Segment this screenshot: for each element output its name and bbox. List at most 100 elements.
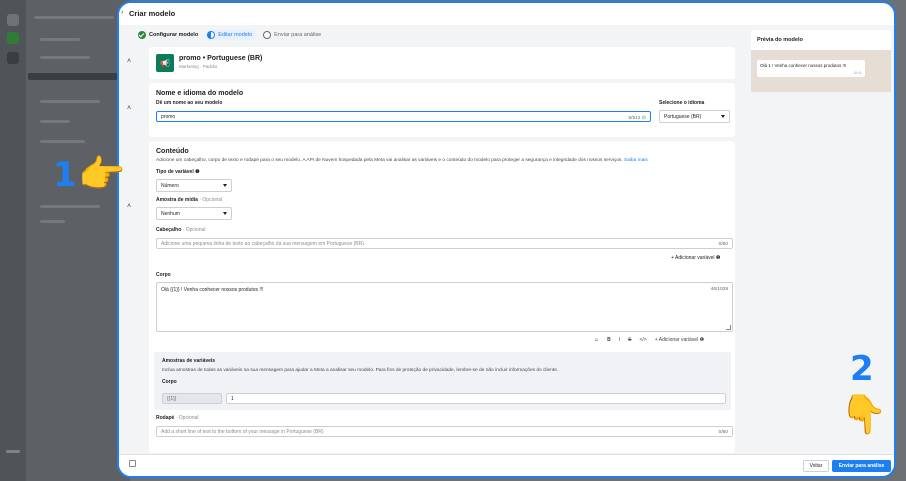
media-sample-label: Amostra de mídia · Opcional	[156, 197, 222, 203]
message-text: Olá 1 ! Venha conhecer nossos produtos !…	[760, 63, 847, 68]
samples-description: Inclua amostras de todas as variáveis na…	[162, 368, 559, 373]
template-preview: Prévia do modelo Olá 1 ! Venha conhecer …	[751, 30, 891, 92]
label-text: Cabeçalho	[156, 227, 182, 233]
info-icon: ❶	[195, 169, 200, 175]
placeholder-text: Add a short line of text to the bottom o…	[161, 428, 324, 435]
caret-down-icon	[223, 184, 227, 187]
footer-label: Rodapé · Opcional	[156, 415, 199, 421]
counter-text: 5/512	[628, 115, 641, 121]
step-submit[interactable]: Enviar para análise	[263, 31, 321, 39]
learn-more-link[interactable]: Saiba mais	[624, 158, 648, 163]
section-title: Conteúdo	[156, 148, 189, 155]
check-icon: ⊙	[641, 114, 646, 121]
template-category: Marketing · Padrão	[179, 64, 218, 69]
select-value: Nenhum	[161, 210, 180, 217]
collapse-chevron-icon[interactable]: ˄	[127, 105, 131, 112]
select-value: Número	[161, 182, 179, 189]
page-title: Criar modelo	[129, 9, 176, 18]
step-label: Configurar modelo	[149, 32, 199, 38]
label-text: Amostra de mídia	[156, 197, 198, 203]
megaphone-icon: 📢	[156, 54, 174, 72]
header-input[interactable]: Adicione uma pequena linha de texto ao c…	[156, 238, 733, 249]
info-icon: ❶	[715, 255, 721, 261]
body-text: Olá {{1}} ! Venha conhecer nossos produt…	[161, 287, 264, 293]
step-number-two: 2	[850, 349, 874, 389]
chat-background: Olá 1 ! Venha conhecer nossos produtos !…	[751, 50, 891, 92]
body-textarea[interactable]: Olá {{1}} ! Venha conhecer nossos produt…	[156, 282, 733, 332]
create-template-modal: › Criar modelo Configurar modelo Editar …	[117, 1, 896, 478]
char-counter: 0/60	[718, 241, 728, 247]
optional-tag: · Opcional	[175, 415, 199, 421]
emoji-icon[interactable]: ☺	[594, 337, 599, 343]
italic-icon[interactable]: I	[619, 337, 620, 343]
label-text: Tipo de variável	[156, 169, 194, 175]
header-label: Cabeçalho · Opcional	[156, 227, 205, 233]
empty-circle-icon	[263, 31, 272, 39]
placeholder-text: Adicione uma pequena linha de texto ao c…	[161, 240, 364, 247]
variable-sample-input[interactable]: 1	[226, 393, 726, 404]
background-rail	[0, 0, 26, 481]
check-circle-icon	[138, 31, 146, 39]
step-edit[interactable]: Editar modelo	[205, 30, 257, 40]
caret-down-icon	[721, 115, 725, 118]
media-sample-select[interactable]: Nenhum	[156, 207, 232, 220]
char-counter: 46/1028	[710, 287, 728, 292]
template-name-input[interactable]: promo 5/512 ⊙	[156, 111, 651, 122]
variable-tag: {{1}}	[162, 393, 222, 404]
template-name: promo • Portuguese (BR)	[179, 55, 263, 62]
variable-type-label: Tipo de variável ❶	[156, 169, 200, 175]
content-section: Conteúdo Adicione um cabeçalho, corpo de…	[149, 141, 735, 453]
back-button[interactable]: Voltar	[803, 460, 829, 472]
strikethrough-icon[interactable]: S	[628, 337, 631, 343]
modal-header: › Criar modelo	[119, 3, 894, 25]
content-description: Adicione um cabeçalho, corpo de texto e …	[156, 158, 731, 163]
half-circle-icon	[207, 31, 216, 39]
variable-samples-box: Amostras de variáveis Inclua amostras de…	[154, 352, 731, 410]
description-text: Adicione um cabeçalho, corpo de texto e …	[156, 158, 623, 163]
format-toolbar: ☺ B I S </> + Adicionar variável ❶	[594, 337, 704, 343]
language-label: Selecione o idioma	[659, 100, 705, 106]
input-value: 1	[231, 395, 234, 402]
bold-icon[interactable]: B	[607, 337, 611, 343]
message-bubble: Olá 1 ! Venha conhecer nossos produtos !…	[757, 60, 865, 77]
button-label: + Adicionar variável	[654, 337, 699, 343]
pointing-down-hand-icon: 👇	[840, 394, 888, 436]
input-value: promo	[161, 113, 176, 120]
optional-tag: · Opcional	[199, 197, 223, 203]
footer-input[interactable]: Add a short line of text to the bottom o…	[156, 426, 733, 437]
step-label: Editar modelo	[218, 32, 253, 38]
resize-handle-icon[interactable]	[726, 325, 731, 330]
back-chevron-icon[interactable]: ›	[121, 9, 123, 16]
info-icon: ❶	[699, 337, 705, 343]
samples-body-label: Corpo	[162, 379, 177, 385]
collapse-chevron-icon[interactable]: ˄	[127, 203, 131, 210]
char-counter: 0/60	[718, 429, 728, 435]
select-value: Portuguese (BR)	[664, 113, 702, 120]
collapse-chevron-icon[interactable]: ˄	[127, 58, 131, 65]
variable-type-select[interactable]: Número	[156, 179, 232, 192]
code-icon[interactable]: </>	[639, 337, 646, 343]
submit-for-review-button[interactable]: Enviar para análise	[832, 460, 891, 472]
samples-title: Amostras de variáveis	[162, 358, 216, 364]
button-label: + Adicionar variável	[671, 255, 715, 261]
stepper: Configurar modelo Editar modelo Enviar p…	[138, 30, 321, 40]
panel-toggle-icon[interactable]	[129, 460, 136, 467]
name-language-section: Nome e idioma do modelo Dê um nome ao se…	[149, 83, 735, 137]
name-label: Dê um nome ao seu modelo	[156, 100, 223, 106]
preview-title: Prévia do modelo	[757, 37, 803, 43]
body-label: Corpo	[156, 272, 171, 278]
add-variable-button[interactable]: + Adicionar variável ❶	[655, 337, 704, 343]
message-time: 18:41	[853, 71, 862, 75]
add-variable-button[interactable]: + Adicionar variável ❶	[671, 255, 720, 261]
language-select[interactable]: Portuguese (BR)	[659, 110, 730, 123]
label-text: Rodapé	[156, 415, 175, 421]
caret-down-icon	[223, 212, 227, 215]
optional-tag: · Opcional	[182, 227, 206, 233]
modal-footer: Voltar Enviar para análise	[119, 454, 894, 476]
step-number-one: 1	[53, 155, 77, 195]
section-title: Nome e idioma do modelo	[156, 90, 244, 97]
pointing-right-hand-icon: 👉	[78, 154, 126, 196]
template-card: 📢 promo • Portuguese (BR) Marketing · Pa…	[149, 47, 735, 79]
step-configure[interactable]: Configurar modelo	[138, 31, 198, 39]
char-counter: 5/512 ⊙	[628, 115, 646, 121]
